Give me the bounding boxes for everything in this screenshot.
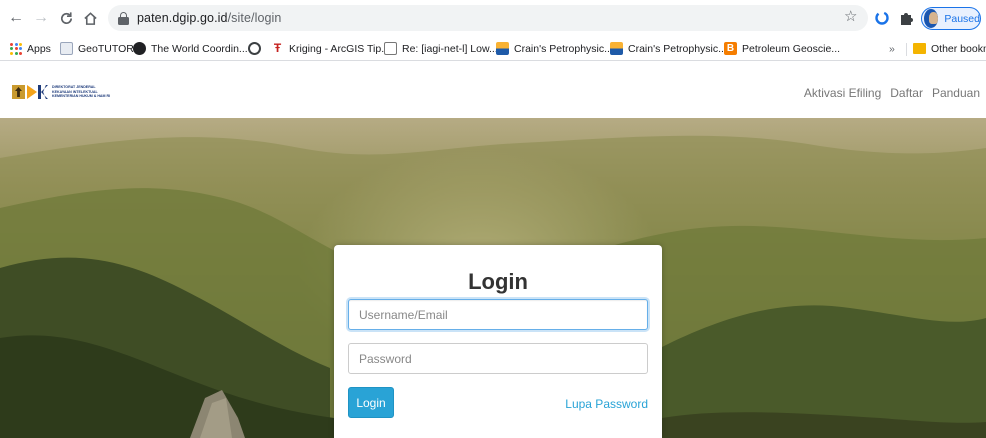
arcgis-favicon: Ŧ xyxy=(271,42,284,55)
mail-favicon xyxy=(384,42,397,55)
logo-emblem-icon xyxy=(12,85,25,99)
bookmark-kriging-arcgis[interactable]: Ŧ Kriging - ArcGIS Tip... xyxy=(271,40,390,57)
circle-favicon xyxy=(248,42,261,55)
back-arrow-icon[interactable]: ← xyxy=(6,8,26,28)
nav-panduan[interactable]: Panduan xyxy=(932,86,980,100)
bookmark-label: The World Coordin... xyxy=(151,42,248,55)
password-input[interactable] xyxy=(348,343,648,374)
browser-toolbar: ← → paten.dgip.go.id/site/login ☆ Paused xyxy=(0,0,986,36)
bookmarks-divider xyxy=(906,43,907,56)
bookmark-star-icon[interactable]: ☆ xyxy=(844,9,857,24)
bookmark-circle[interactable] xyxy=(248,40,266,57)
logo-k-mark-icon xyxy=(38,85,48,99)
address-bar[interactable]: paten.dgip.go.id/site/login xyxy=(108,5,868,31)
bookmarks-overflow-chevron-icon[interactable]: » xyxy=(889,40,895,57)
url-text: paten.dgip.go.id/site/login xyxy=(137,11,282,25)
bookmark-label: Other bookma xyxy=(931,42,986,55)
crain-favicon xyxy=(610,42,623,55)
logo-text: DIREKTORAT JENDERAL KEKAYAAN INTELEKTUAL… xyxy=(52,85,110,99)
bookmark-label: Crain's Petrophysic... xyxy=(628,42,727,55)
bookmark-crains-2[interactable]: Crain's Petrophysic... xyxy=(610,40,727,57)
bookmark-label: Kriging - ArcGIS Tip... xyxy=(289,42,390,55)
site-nav: Aktivasi Efiling Daftar Panduan xyxy=(804,86,980,100)
bookmark-label: Petroleum Geoscie... xyxy=(742,42,841,55)
site-header: DIREKTORAT JENDERAL KEKAYAAN INTELEKTUAL… xyxy=(0,62,986,118)
logo-play-mark-icon xyxy=(27,85,37,99)
bookmark-world-coordinate[interactable]: The World Coordin... xyxy=(133,40,248,57)
bookmark-crains-1[interactable]: Crain's Petrophysic... xyxy=(496,40,613,57)
login-button[interactable]: Login xyxy=(348,387,394,418)
bookmark-petroleum-geoscience[interactable]: B Petroleum Geoscie... xyxy=(724,40,840,57)
nav-aktivasi-efiling[interactable]: Aktivasi Efiling xyxy=(804,86,881,100)
dgip-logo[interactable]: DIREKTORAT JENDERAL KEKAYAAN INTELEKTUAL… xyxy=(12,85,110,99)
bookmark-label: Crain's Petrophysic... xyxy=(514,42,613,55)
forward-arrow-icon[interactable]: → xyxy=(31,8,51,28)
bookmark-iagi-net[interactable]: Re: [iagi-net-l] Low... xyxy=(384,40,498,57)
home-icon[interactable] xyxy=(80,8,100,28)
username-email-input[interactable] xyxy=(348,299,648,330)
nav-daftar[interactable]: Daftar xyxy=(890,86,923,100)
bookmark-label: GeoTUTOR xyxy=(78,42,134,55)
crain-favicon xyxy=(496,42,509,55)
bookmarks-bar: Apps GeoTUTOR The World Coordin... Ŧ Kri… xyxy=(0,36,986,61)
profile-status-label: Paused xyxy=(944,12,980,25)
lock-icon[interactable] xyxy=(118,11,129,25)
apps-grid-icon xyxy=(10,42,22,55)
login-title: Login xyxy=(468,269,528,294)
blogger-favicon: B xyxy=(724,42,737,55)
bookmark-other-bookmarks[interactable]: Other bookma xyxy=(913,40,986,57)
forgot-password-link[interactable]: Lupa Password xyxy=(565,397,648,411)
globe-favicon xyxy=(133,42,146,55)
bookmark-label: Re: [iagi-net-l] Low... xyxy=(402,42,498,55)
puzzle-extensions-icon[interactable] xyxy=(898,10,914,26)
bookmark-apps[interactable]: Apps xyxy=(10,40,51,57)
bookmark-geotutor[interactable]: GeoTUTOR xyxy=(60,40,134,57)
overflow-label: » xyxy=(889,42,895,55)
geotutor-favicon xyxy=(60,42,73,55)
bookmark-label: Apps xyxy=(27,42,51,55)
folder-icon xyxy=(913,43,926,54)
reload-icon[interactable] xyxy=(56,8,76,28)
login-card: Login Login Lupa Password xyxy=(334,245,662,438)
profile-paused-button[interactable]: Paused xyxy=(921,7,981,30)
avatar xyxy=(924,9,939,28)
extension-sync-icon[interactable] xyxy=(874,10,890,26)
logo-line: KEMENTERIAN HUKUM & HAM RI xyxy=(52,94,111,99)
